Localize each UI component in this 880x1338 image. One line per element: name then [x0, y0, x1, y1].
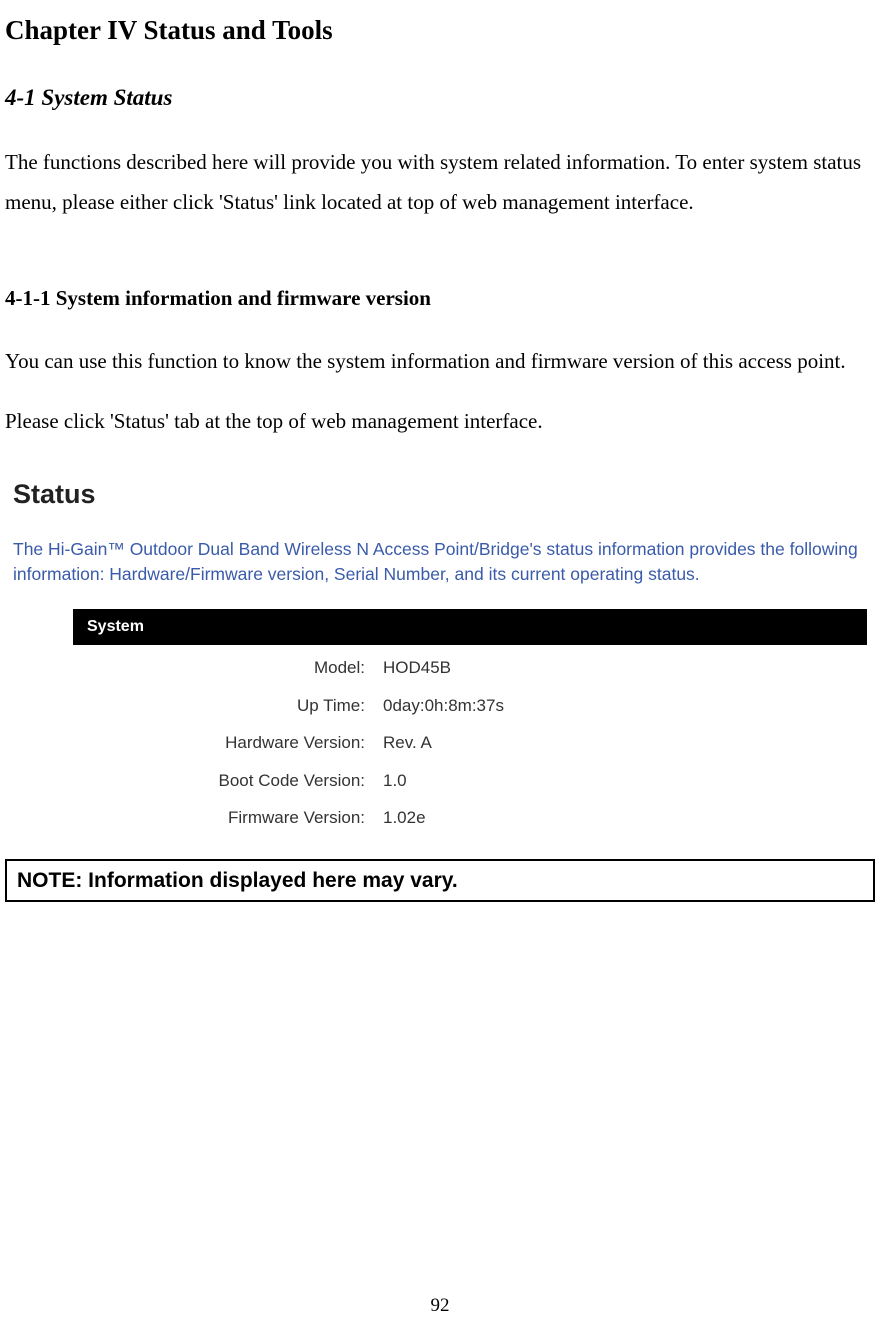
- status-screenshot-block: Status The Hi-Gain™ Outdoor Dual Band Wi…: [13, 474, 867, 831]
- system-row-hardware-version: Hardware Version: Rev. A: [73, 730, 867, 756]
- system-row-uptime: Up Time: 0day:0h:8m:37s: [73, 693, 867, 719]
- system-label: Firmware Version:: [73, 805, 383, 831]
- system-label: Model:: [73, 655, 383, 681]
- subsection-paragraph-1: You can use this function to know the sy…: [5, 342, 875, 382]
- subsection-title: 4-1-1 System information and firmware ve…: [5, 283, 875, 315]
- system-label: Up Time:: [73, 693, 383, 719]
- system-value: 0day:0h:8m:37s: [383, 693, 504, 719]
- system-row-firmware-version: Firmware Version: 1.02e: [73, 805, 867, 831]
- system-value: 1.02e: [383, 805, 426, 831]
- system-value: Rev. A: [383, 730, 432, 756]
- system-value: 1.0: [383, 768, 407, 794]
- system-row-boot-code-version: Boot Code Version: 1.0: [73, 768, 867, 794]
- system-label: Boot Code Version:: [73, 768, 383, 794]
- status-description: The Hi-Gain™ Outdoor Dual Band Wireless …: [13, 537, 867, 588]
- status-heading: Status: [13, 474, 867, 515]
- intro-paragraph: The functions described here will provid…: [5, 143, 875, 223]
- page-number: 92: [0, 1292, 880, 1321]
- system-rows: Model: HOD45B Up Time: 0day:0h:8m:37s Ha…: [73, 655, 867, 831]
- chapter-title: Chapter IV Status and Tools: [5, 10, 875, 51]
- system-value: HOD45B: [383, 655, 451, 681]
- system-label: Hardware Version:: [73, 730, 383, 756]
- subsection-paragraph-2: Please click 'Status' tab at the top of …: [5, 402, 875, 442]
- section-title: 4-1 System Status: [5, 81, 875, 116]
- system-panel-header: System: [73, 609, 867, 645]
- system-row-model: Model: HOD45B: [73, 655, 867, 681]
- system-panel: System Model: HOD45B Up Time: 0day:0h:8m…: [73, 609, 867, 831]
- note-box: NOTE: Information displayed here may var…: [5, 859, 875, 903]
